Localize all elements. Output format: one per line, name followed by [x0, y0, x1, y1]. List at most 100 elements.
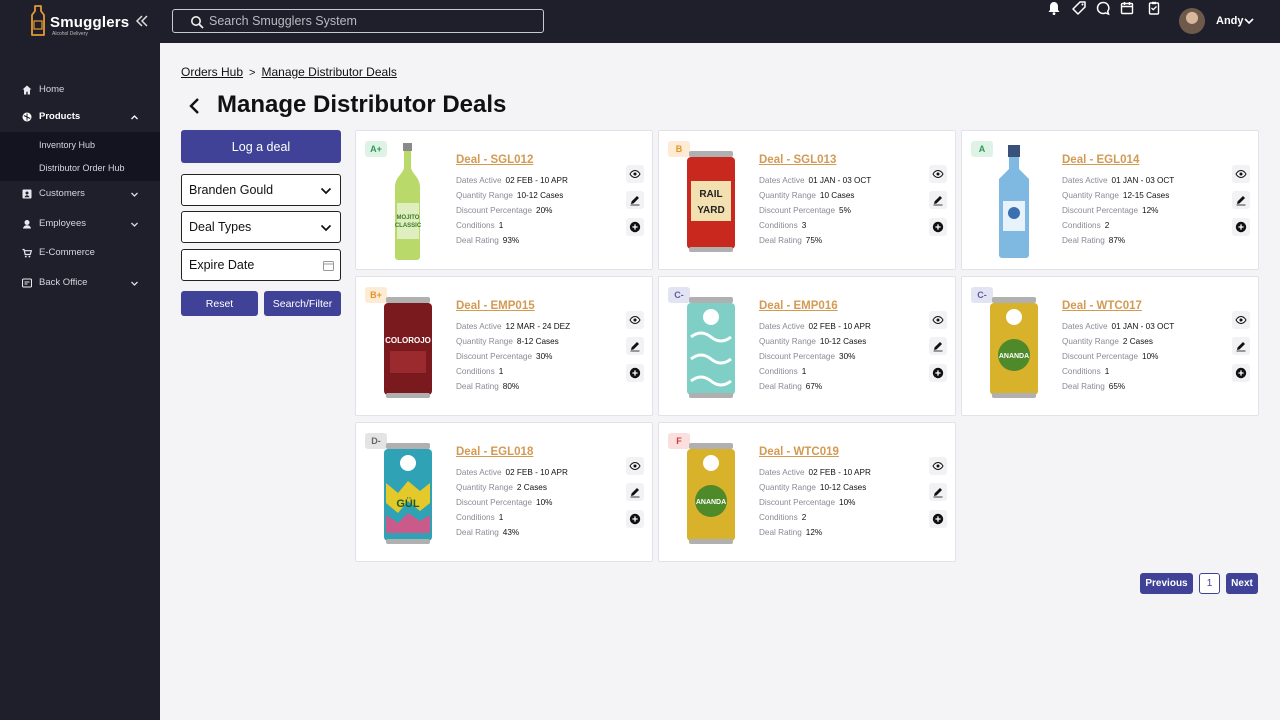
edit-deal-button[interactable] [1232, 191, 1250, 209]
view-deal-button[interactable] [929, 165, 947, 183]
deal-card[interactable]: A Deal - EGL014 Dates Active 01 JAN - 03 OC… [961, 130, 1259, 270]
sidebar-item-customers[interactable]: Customers [0, 185, 160, 205]
deal-field-label: Deal Rating [456, 528, 499, 537]
deal-title-link[interactable]: Deal - EGL014 [1062, 154, 1139, 166]
sidebar-item-back-office[interactable]: Back Office [0, 274, 160, 294]
view-icon [629, 461, 641, 471]
deal-field-value: 8-12 Cases [516, 337, 559, 346]
log-deal-button[interactable]: Log a deal [181, 130, 341, 163]
deal-title-link[interactable]: Deal - SGL012 [456, 154, 533, 166]
deal-dates-row: Dates Active 12 MAR - 24 DEZ [456, 322, 570, 331]
avatar[interactable] [1179, 8, 1205, 34]
deal-field-label: Quantity Range [456, 483, 513, 492]
deal-card[interactable]: C- ANANDA Deal - WTC017 Dates Active 01 JAN … [961, 276, 1259, 416]
expire-date-field[interactable]: Expire Date [181, 249, 341, 281]
sidebar-item-ecommerce[interactable]: E-Commerce [0, 244, 160, 264]
bell-icon[interactable] [1046, 0, 1062, 16]
add-deal-button[interactable] [626, 364, 644, 382]
sidebar-item-products[interactable]: Products [0, 108, 160, 128]
deal-title-link[interactable]: Deal - EMP016 [759, 300, 838, 312]
deal-quantity-row: Quantity Range 10-12 Cases [759, 483, 866, 492]
deal-rating-row: Deal Rating 65% [1062, 382, 1125, 391]
svg-text:RAIL: RAIL [699, 189, 722, 200]
deal-field-value: 01 JAN - 03 OCT [808, 176, 872, 185]
deal-discount-row: Discount Percentage 5% [759, 206, 851, 215]
view-deal-button[interactable] [626, 165, 644, 183]
view-deal-button[interactable] [626, 457, 644, 475]
deal-discount-row: Discount Percentage 20% [456, 206, 552, 215]
deal-title-link[interactable]: Deal - EMP015 [456, 300, 535, 312]
collapse-sidebar-icon[interactable] [134, 13, 150, 29]
add-deal-button[interactable] [1232, 364, 1250, 382]
calendar-icon[interactable] [1119, 0, 1135, 16]
global-search[interactable] [172, 9, 544, 33]
edit-deal-button[interactable] [929, 483, 947, 501]
back-arrow-icon[interactable] [186, 96, 204, 116]
ecommerce-icon [22, 248, 32, 258]
add-deal-button[interactable] [929, 218, 947, 236]
brand-logo[interactable]: Smugglers Alcohol Delivery [28, 5, 148, 37]
deal-title-link[interactable]: Deal - WTC017 [1062, 300, 1142, 312]
back-office-icon [22, 278, 32, 288]
chevron-down-icon[interactable] [1243, 15, 1255, 27]
edit-deal-button[interactable] [929, 337, 947, 355]
page-title: Manage Distributor Deals [217, 91, 507, 118]
search-filter-button[interactable]: Search/Filter [264, 291, 341, 316]
breadcrumb-orders-hub[interactable]: Orders Hub [181, 65, 243, 79]
deal-dates-row: Dates Active 01 JAN - 03 OCT [759, 176, 871, 185]
search-input[interactable] [209, 12, 529, 30]
deal-card[interactable]: B+ COLOROJO Deal - EMP015 Dates Active 12 MA… [355, 276, 653, 416]
deal-title-link[interactable]: Deal - WTC019 [759, 446, 839, 458]
add-deal-button[interactable] [929, 510, 947, 528]
deal-title-link[interactable]: Deal - EGL018 [456, 446, 533, 458]
tag-icon[interactable] [1071, 0, 1087, 16]
deal-field-label: Discount Percentage [456, 498, 533, 507]
add-icon [1235, 367, 1247, 379]
view-deal-button[interactable] [1232, 165, 1250, 183]
breadcrumb-current[interactable]: Manage Distributor Deals [261, 65, 396, 79]
sidebar: Home Products Inventory Hub Distributor … [0, 43, 160, 720]
distributor-value: Branden Gould [189, 183, 274, 197]
view-deal-button[interactable] [626, 311, 644, 329]
deal-types-select[interactable]: Deal Types [181, 211, 341, 243]
deal-conditions-row: Conditions 2 [759, 513, 806, 522]
deal-field-label: Quantity Range [456, 191, 513, 200]
page-number-button[interactable]: 1 [1199, 573, 1220, 594]
edit-deal-button[interactable] [626, 337, 644, 355]
next-page-button[interactable]: Next [1226, 573, 1258, 594]
add-deal-button[interactable] [929, 364, 947, 382]
sidebar-item-employees[interactable]: Employees [0, 215, 160, 235]
deal-card[interactable]: D- GÜL Deal - EGL018 Dates Active 02 FEB - 1… [355, 422, 653, 562]
edit-deal-button[interactable] [626, 483, 644, 501]
deal-field-value: 10-12 Cases [819, 337, 867, 346]
previous-page-button[interactable]: Previous [1140, 573, 1193, 594]
view-deal-button[interactable] [1232, 311, 1250, 329]
distributor-select[interactable]: Branden Gould [181, 174, 341, 206]
deal-quantity-row: Quantity Range 2 Cases [456, 483, 547, 492]
deal-card[interactable]: B RAIL YARD Deal - SGL013 Dates Active 01 JAN… [658, 130, 956, 270]
deal-card[interactable]: C- Deal - EMP016 Dates Active 02 FEB - 10 A… [658, 276, 956, 416]
chat-icon[interactable] [1095, 0, 1111, 16]
view-deal-button[interactable] [929, 457, 947, 475]
sidebar-item-home[interactable]: Home [0, 81, 160, 101]
deal-conditions-row: Conditions 1 [1062, 367, 1109, 376]
reset-button[interactable]: Reset [181, 291, 258, 316]
edit-deal-button[interactable] [626, 191, 644, 209]
edit-deal-button[interactable] [929, 191, 947, 209]
deal-card[interactable]: F ANANDA Deal - WTC019 Dates Active 02 FEB -… [658, 422, 956, 562]
add-deal-button[interactable] [626, 218, 644, 236]
sidebar-item-distributor-order-hub[interactable]: Distributor Order Hub [39, 163, 125, 173]
edit-deal-button[interactable] [1232, 337, 1250, 355]
add-deal-button[interactable] [1232, 218, 1250, 236]
clipboard-icon[interactable] [1146, 0, 1162, 16]
user-name[interactable]: Andy [1216, 15, 1244, 27]
deal-card[interactable]: A+ MOJITO CLASSIC Deal - SGL012 Dates Active… [355, 130, 653, 270]
view-deal-button[interactable] [929, 311, 947, 329]
chevron-down-icon [131, 192, 138, 197]
deal-field-label: Discount Percentage [759, 206, 836, 215]
sidebar-item-inventory-hub[interactable]: Inventory Hub [39, 140, 95, 150]
add-deal-button[interactable] [626, 510, 644, 528]
deal-field-label: Conditions [456, 221, 495, 230]
deal-title-link[interactable]: Deal - SGL013 [759, 154, 836, 166]
products-submenu: Inventory Hub Distributor Order Hub [0, 132, 160, 181]
